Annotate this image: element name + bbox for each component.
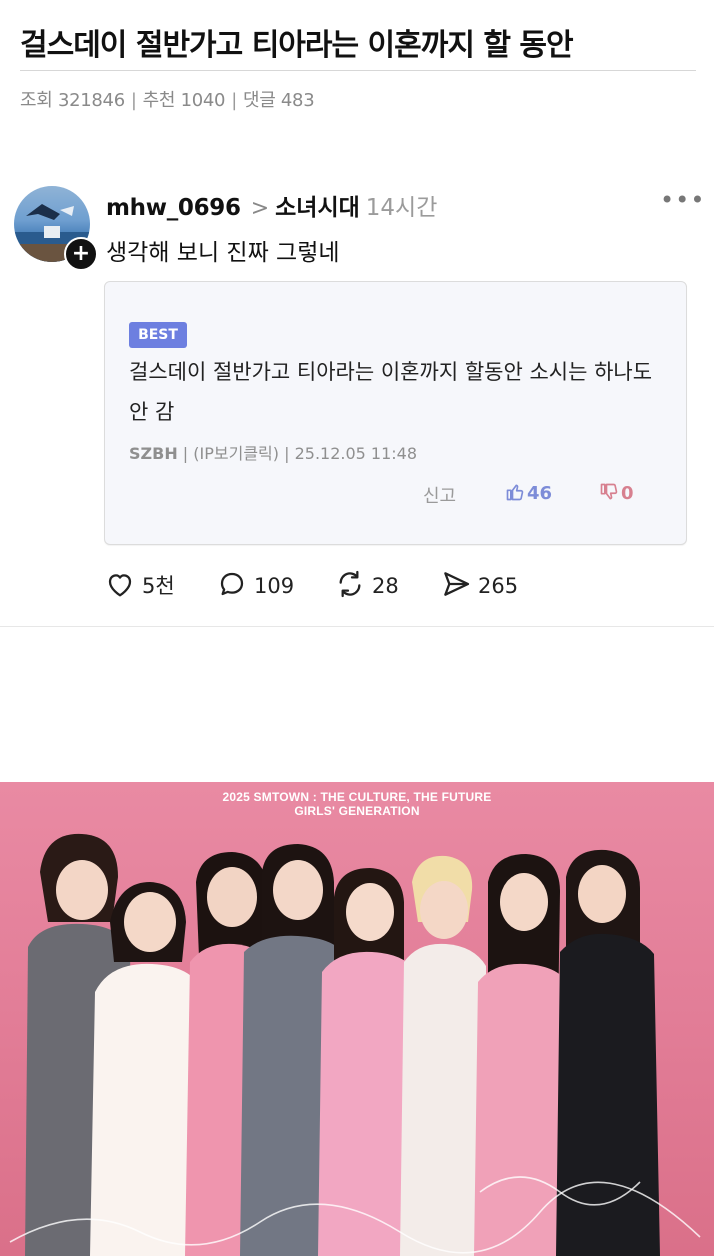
stats-separator: | [130, 90, 137, 111]
comment-button[interactable]: 109 [216, 568, 294, 600]
section-divider [0, 626, 714, 627]
follow-button[interactable]: + [64, 237, 98, 271]
like-button[interactable]: 5천 [104, 568, 175, 600]
comment-count: 댓글 483 [242, 90, 315, 111]
repost-icon [339, 570, 361, 598]
chevron-right-icon: > [250, 196, 270, 221]
view-count: 조회 321846 [20, 90, 125, 111]
share-button[interactable]: 265 [440, 568, 518, 600]
quoted-comment-text: 걸스데이 절반가고 티아라는 이혼까지 할동안 소시는 하나도 안 감 [129, 360, 653, 424]
article-title: 걸스데이 절반가고 티아라는 이혼까지 할 동안 [20, 28, 574, 63]
best-badge: BEST [129, 322, 187, 348]
more-options-icon[interactable]: ••• [660, 186, 705, 214]
comment-count-action: 109 [254, 574, 295, 598]
username-link[interactable]: mhw_0696 [106, 195, 241, 221]
quote-date: 25.12.05 11:48 [294, 444, 418, 463]
post-text: 생각해 보니 진짜 그렇네 [106, 240, 340, 266]
report-button[interactable]: 신고 [423, 482, 456, 508]
repost-count: 28 [372, 574, 399, 598]
quote-author[interactable]: SZBH [129, 444, 178, 463]
downvote-button[interactable]: 0 [599, 482, 634, 504]
like-count: 5천 [142, 574, 175, 598]
quoted-comment-card[interactable]: BEST 걸스데이 절반가고 티아라는 이혼까지 할동안 소시는 하나도 안 감… [104, 281, 687, 545]
article-stats: 조회 321846 | 추천 1040 | 댓글 483 [20, 86, 315, 112]
upvote-button[interactable]: 46 [505, 482, 552, 504]
channel-link[interactable]: 소녀시대 [275, 195, 360, 221]
thumbs-down-icon [600, 483, 618, 500]
member-figure-6 [400, 855, 488, 1256]
post-time: 14시간 [365, 195, 438, 221]
comment-bubble-icon [220, 572, 244, 596]
group-photo: 2025 SMTOWN : THE CULTURE, THE FUTURE GI… [0, 782, 714, 1256]
post-header: mhw_0696 > 소녀시대 14시간 [106, 188, 437, 222]
ip-view-link[interactable]: (IP보기클릭) [193, 444, 279, 463]
upvote-count: 46 [527, 483, 553, 504]
quote-actions: 신고 46 0 [105, 482, 686, 508]
thumbs-up-icon [506, 484, 524, 501]
heart-icon [108, 574, 132, 597]
share-count: 265 [478, 574, 519, 598]
quoted-comment-meta: SZBH | (IP보기클릭) | 25.12.05 11:48 [129, 444, 418, 463]
photo-illustration [9, 833, 701, 1256]
title-divider [20, 70, 696, 71]
send-icon [444, 572, 470, 596]
repost-button[interactable]: 28 [334, 568, 399, 600]
stats-separator: | [231, 90, 237, 111]
downvote-count: 0 [621, 483, 634, 504]
recommend-count: 추천 1040 [142, 90, 226, 111]
